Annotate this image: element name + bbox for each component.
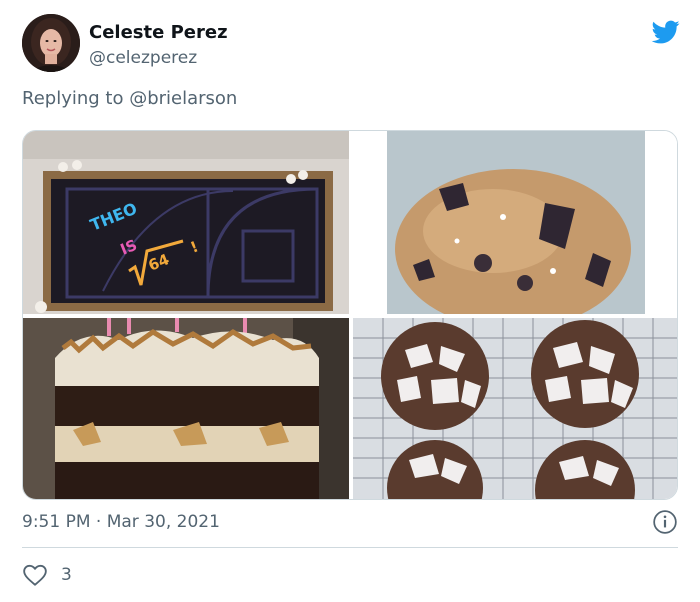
tweet-date: Mar 30, 2021 [106,512,220,532]
media-grid: THEO IS 64 ! [22,130,678,500]
author-handle[interactable]: @celezperez [89,48,197,68]
media-image-smores-cake[interactable] [23,318,349,499]
media-image-cake-theo[interactable]: THEO IS 64 ! [23,131,349,314]
twitter-bird-icon[interactable] [650,18,682,46]
tweet-time: 9:51 PM [22,512,91,532]
reply-mention-link[interactable]: @brielarson [129,88,237,109]
like-button[interactable]: 3 [22,562,72,588]
info-icon[interactable] [652,509,678,535]
avatar-image [22,14,80,72]
divider [22,547,678,548]
like-count: 3 [61,565,72,585]
author-display-name[interactable]: Celeste Perez [89,22,228,43]
avatar[interactable] [22,14,80,72]
replying-prefix: Replying to [22,88,130,109]
heart-icon [23,564,47,586]
replying-to: Replying to @brielarson [22,88,237,109]
tweet-timestamp[interactable]: 9:51 PM · Mar 30, 2021 [22,512,220,532]
tweet-header: Celeste Perez @celezperez [22,14,682,78]
timestamp-separator: · [90,512,107,532]
media-image-crinkle-cookies[interactable] [353,318,677,499]
media-image-cookie[interactable] [353,131,677,314]
